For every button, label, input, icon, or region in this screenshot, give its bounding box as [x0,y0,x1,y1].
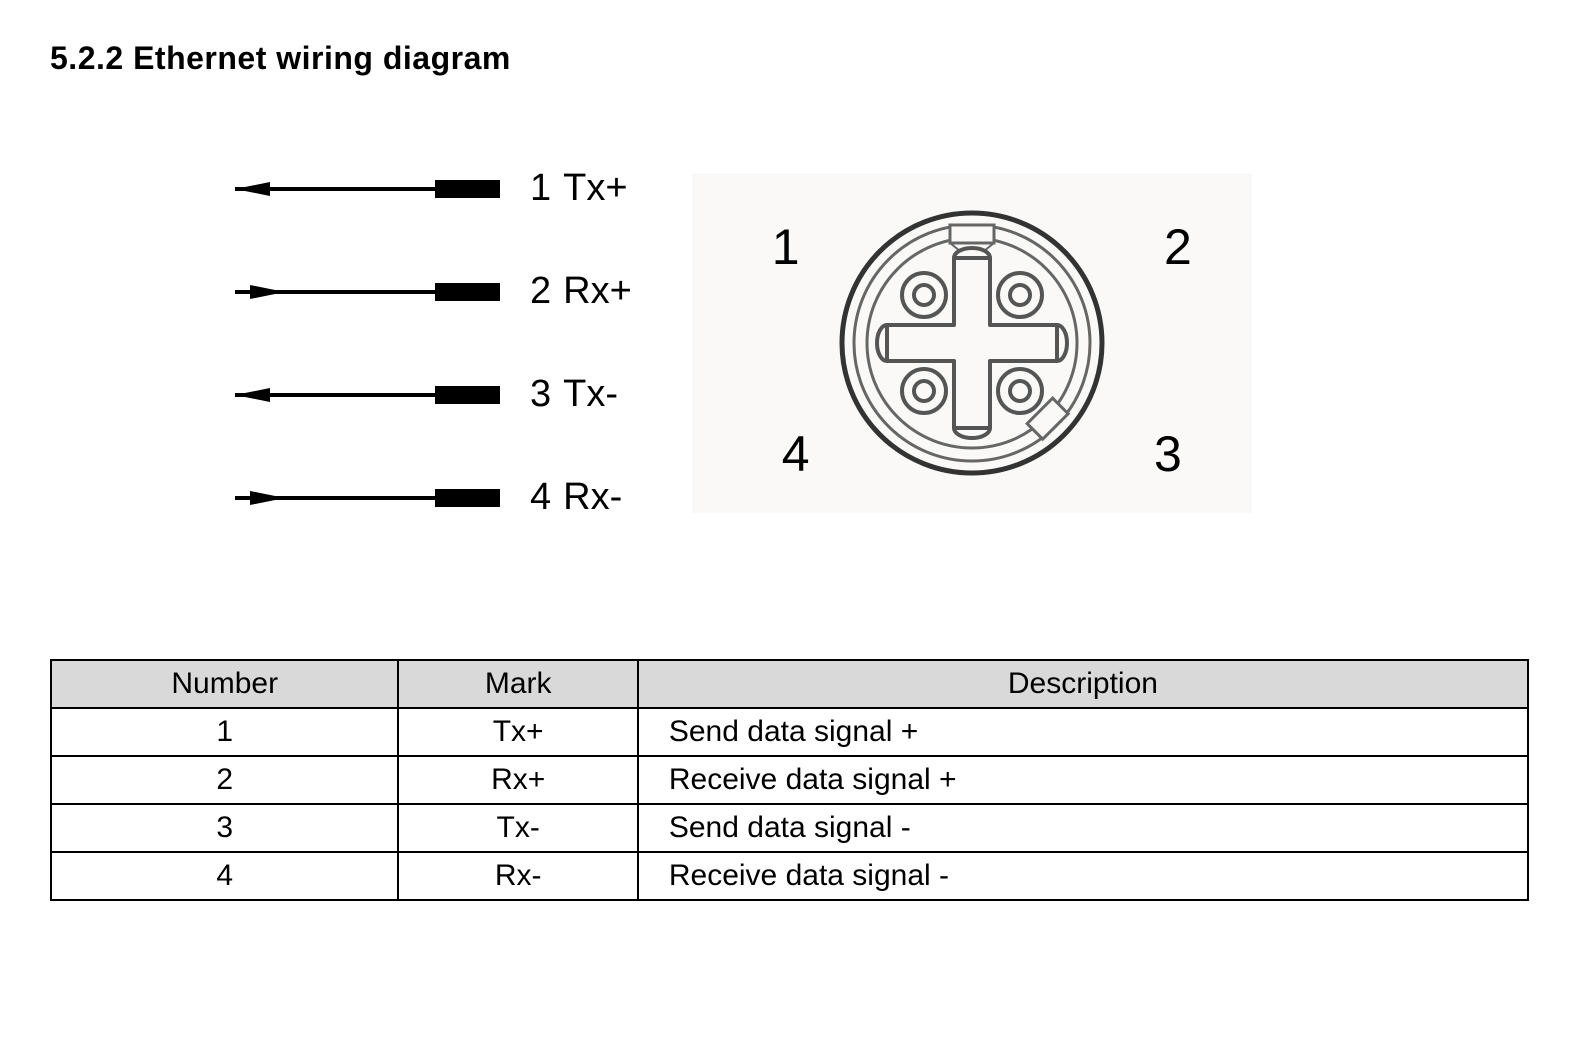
connector-pin-3-label: 3 [1154,425,1182,483]
cell-mark: Rx+ [398,756,637,804]
signal-name: Tx+ [563,167,627,210]
signal-line-4: 4 Rx- [230,476,632,519]
cell-description: Send data signal + [638,708,1528,756]
col-header-description: Description [638,660,1528,708]
signal-num: 2 [530,270,551,313]
arrow-out-icon [230,178,500,200]
signal-line-2: 2 Rx+ [230,270,632,313]
cell-mark: Tx+ [398,708,637,756]
connector-diagram: 1 2 3 4 [692,173,1252,513]
table-row: 1 Tx+ Send data signal + [51,708,1528,756]
cell-mark: Tx- [398,804,637,852]
cell-description: Receive data signal + [638,756,1528,804]
signal-list: 1 Tx+ 2 Rx+ [230,167,632,519]
pinout-table: Number Mark Description 1 Tx+ Send data … [50,659,1529,901]
cell-number: 4 [51,852,398,900]
cell-number: 1 [51,708,398,756]
signal-line-3: 3 Tx- [230,373,632,416]
cell-number: 2 [51,756,398,804]
connector-pin-4-label: 4 [782,425,810,483]
arrow-in-icon [230,281,500,303]
section-heading: 5.2.2 Ethernet wiring diagram [50,40,1529,77]
table-row: 2 Rx+ Receive data signal + [51,756,1528,804]
table-header-row: Number Mark Description [51,660,1528,708]
arrow-in-icon [230,487,500,509]
signal-num: 4 [530,476,551,519]
wiring-diagram: 1 Tx+ 2 Rx+ [230,167,1529,519]
signal-name: Rx- [563,476,622,519]
signal-num: 1 [530,167,551,210]
table-row: 4 Rx- Receive data signal - [51,852,1528,900]
signal-line-1: 1 Tx+ [230,167,632,210]
table-row: 3 Tx- Send data signal - [51,804,1528,852]
signal-name: Rx+ [563,270,632,313]
cell-mark: Rx- [398,852,637,900]
arrow-out-icon [230,384,500,406]
cell-number: 3 [51,804,398,852]
connector-pin-2-label: 2 [1164,218,1192,276]
cell-description: Send data signal - [638,804,1528,852]
cell-description: Receive data signal - [638,852,1528,900]
col-header-mark: Mark [398,660,637,708]
col-header-number: Number [51,660,398,708]
signal-name: Tx- [563,373,618,416]
connector-pin-1-label: 1 [772,218,800,276]
signal-num: 3 [530,373,551,416]
